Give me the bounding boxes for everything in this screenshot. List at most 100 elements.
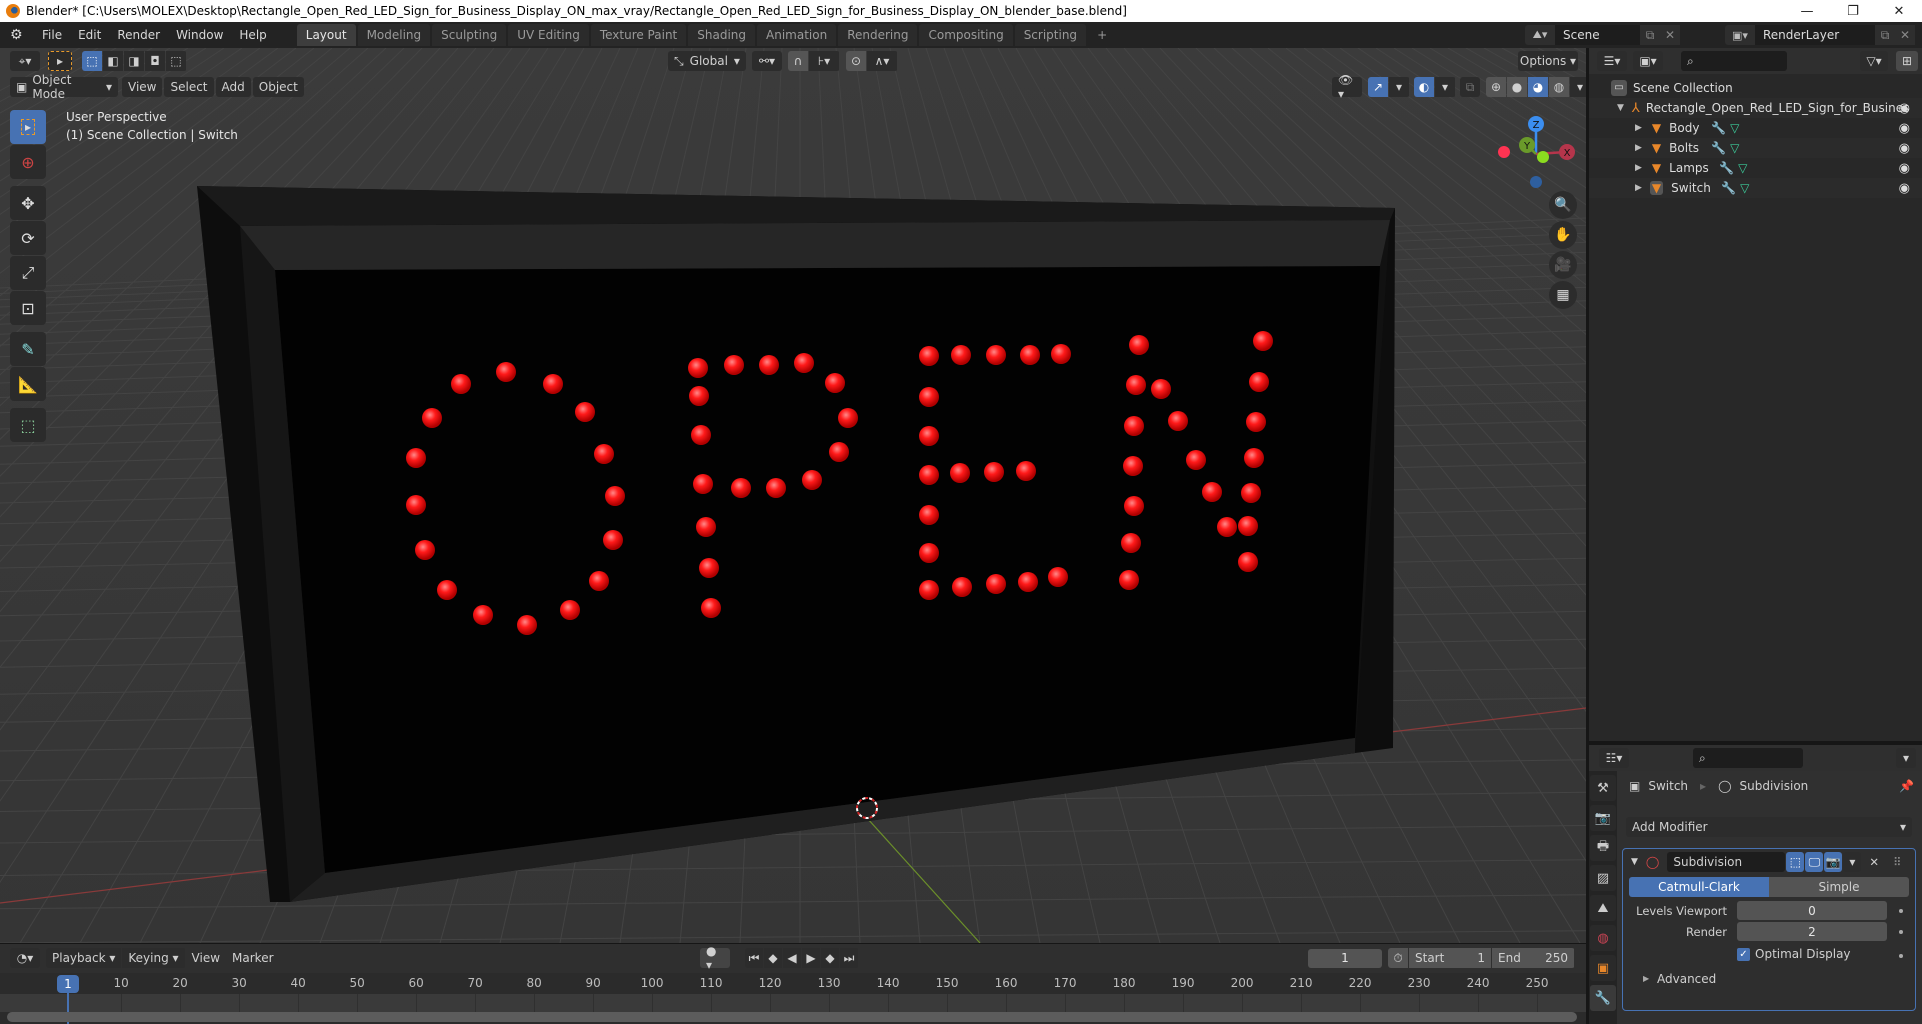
new-collection-icon[interactable]: ⊞ — [1896, 51, 1918, 71]
options-dropdown[interactable]: Options ▾ — [1518, 51, 1578, 71]
mesh-data-icon[interactable]: ▽ — [1730, 141, 1739, 155]
animate-property-icon[interactable] — [1899, 909, 1903, 913]
play-reverse-icon[interactable]: ◀ — [783, 948, 801, 968]
pivot-point-dropdown[interactable]: ⚯▾ — [752, 51, 782, 71]
visibility-eye-icon[interactable]: ◉ — [1899, 161, 1910, 176]
menu-edit[interactable]: Edit — [70, 24, 109, 46]
transform-orientation-dropdown[interactable]: ⤡ Global ▾ — [668, 51, 746, 71]
move-tool[interactable]: ✥ — [10, 186, 46, 220]
animate-property-icon[interactable] — [1899, 930, 1903, 934]
menu-object[interactable]: Object — [252, 77, 304, 97]
advanced-subpanel[interactable]: ▶ Advanced — [1623, 970, 1915, 992]
expand-arrow-icon[interactable]: ▶ — [1635, 163, 1642, 173]
view-layer-selector[interactable]: ▣▾ RenderLayer ⧉ ✕ — [1725, 25, 1915, 45]
menu-marker[interactable]: Marker — [226, 948, 279, 968]
tab-modeling[interactable]: Modeling — [357, 24, 431, 46]
outliner-item-switch[interactable]: ▶ ▼ Switch 🔧 ▽ ◉ — [1589, 178, 1922, 198]
visibility-eye-icon[interactable]: ◉ — [1899, 121, 1910, 136]
display-mode-dropdown[interactable]: ▣▾ — [1633, 51, 1663, 71]
view-layer-name[interactable]: RenderLayer — [1755, 28, 1875, 42]
rotate-tool[interactable]: ⟳ — [10, 221, 46, 255]
menu-keying[interactable]: Keying ▾ — [122, 948, 185, 968]
animate-property-icon[interactable] — [1899, 954, 1903, 958]
pan-view-button[interactable]: ✋ — [1549, 221, 1577, 249]
expand-arrow-icon[interactable]: ▶ — [1635, 123, 1642, 133]
falloff-dropdown[interactable]: ∧▾ — [867, 51, 897, 71]
prev-keyframe-icon[interactable]: ◆ — [764, 948, 782, 968]
rendered-shading-icon[interactable]: ◍ — [1549, 77, 1569, 97]
editor-type-button[interactable]: ⌖▾ — [10, 51, 40, 71]
modifier-wrench-icon[interactable]: 🔧 — [1711, 121, 1726, 135]
tab-scripting[interactable]: Scripting — [1014, 24, 1087, 46]
mesh-data-icon[interactable]: ▽ — [1730, 121, 1739, 135]
expand-arrow-icon[interactable]: ▶ — [1635, 183, 1642, 193]
optimal-display-checkbox[interactable]: ✓ — [1737, 948, 1750, 961]
select-extend-icon[interactable]: ◧ — [103, 51, 123, 71]
measure-tool[interactable]: 📐 — [10, 367, 46, 401]
jump-start-icon[interactable]: ⏮ — [745, 948, 763, 968]
end-frame-field[interactable]: End 250 — [1492, 948, 1574, 968]
menu-add[interactable]: Add — [215, 77, 251, 97]
start-frame-field[interactable]: Start 1 — [1409, 948, 1491, 968]
modifier-name-field[interactable]: Subdivision — [1667, 852, 1786, 872]
root-object-row[interactable]: ▼ ⅄ Rectangle_Open_Red_LED_Sign_for_Busi… — [1589, 98, 1922, 118]
visibility-eye-icon[interactable]: ◉ — [1899, 181, 1910, 196]
delete-view-layer-icon[interactable]: ✕ — [1895, 25, 1915, 45]
scene-selector[interactable]: ⛰▾ Scene ⧉ ✕ — [1525, 25, 1680, 45]
add-modifier-dropdown[interactable]: Add Modifier ▾ — [1626, 817, 1912, 837]
blender-menu-icon[interactable]: ⚙ — [10, 27, 28, 43]
select-intersect-icon[interactable]: ⬚ — [166, 51, 186, 71]
properties-search[interactable]: ⌕ — [1693, 748, 1803, 768]
modifier-wrench-icon[interactable]: 🔧 — [1721, 181, 1736, 195]
modifier-wrench-icon[interactable]: 🔧 — [1711, 141, 1726, 155]
scale-tool[interactable]: ⤢ — [10, 256, 46, 290]
proportional-edit-icon[interactable]: ⊙ — [846, 51, 866, 71]
levels-viewport-field[interactable]: 0 — [1737, 901, 1887, 920]
visibility-eye-icon[interactable]: ◉ — [1899, 101, 1910, 116]
maximize-button[interactable]: ❐ — [1830, 0, 1876, 22]
menu-view[interactable]: View — [122, 77, 163, 97]
keyframe-track[interactable] — [0, 994, 1586, 1012]
menu-view-timeline[interactable]: View — [186, 948, 226, 968]
collapse-arrow-icon[interactable]: ▼ — [1631, 857, 1638, 867]
cursor-tool[interactable]: ⊕ — [10, 145, 46, 179]
mesh-data-icon[interactable]: ▽ — [1740, 181, 1749, 195]
render-levels-field[interactable]: 2 — [1737, 922, 1887, 941]
edit-mode-toggle-icon[interactable]: ⬚ — [1786, 852, 1805, 872]
play-icon[interactable]: ▶ — [802, 948, 820, 968]
tool-tab-icon[interactable]: ⚒ — [1590, 775, 1616, 801]
menu-file[interactable]: File — [34, 24, 70, 46]
select-invert-icon[interactable]: ◘ — [145, 51, 165, 71]
tab-animation[interactable]: Animation — [757, 24, 837, 46]
tab-compositing[interactable]: Compositing — [919, 24, 1013, 46]
delete-scene-icon[interactable]: ✕ — [1660, 25, 1680, 45]
tab-shading[interactable]: Shading — [688, 24, 755, 46]
auto-keying-toggle[interactable]: ● ▾ — [700, 944, 730, 972]
mesh-data-icon[interactable]: ▽ — [1738, 161, 1747, 175]
outliner-item-bolts[interactable]: ▶ ▼ Bolts 🔧 ▽ ◉ — [1589, 138, 1922, 158]
tab-layout[interactable]: Layout — [296, 24, 356, 46]
visibility-eye-icon[interactable]: ◉ — [1899, 141, 1910, 156]
timeline-editor-type[interactable]: ◔▾ — [10, 948, 40, 968]
gizmo-dropdown[interactable]: ▾ — [1389, 77, 1409, 97]
tab-uv-editing[interactable]: UV Editing — [508, 24, 589, 46]
zoom-view-button[interactable]: 🔍 — [1549, 191, 1577, 219]
filter-dropdown[interactable]: ▽▾ — [1860, 51, 1888, 71]
annotate-tool[interactable]: ✎ — [10, 332, 46, 366]
shading-dropdown[interactable]: ▾ — [1570, 77, 1586, 97]
gizmo-toggle-icon[interactable]: ↗ — [1368, 77, 1388, 97]
current-frame-field[interactable]: 1 — [1308, 948, 1382, 968]
catmull-clark-button[interactable]: Catmull-Clark — [1629, 877, 1769, 897]
object-tab-icon[interactable]: ▣ — [1590, 955, 1616, 981]
remove-modifier-icon[interactable]: ✕ — [1869, 855, 1879, 869]
frame-ruler[interactable]: 10 20 30 40 50 60 70 80 90 100 110 120 130 140 150 160 1… — [0, 973, 1586, 994]
timeline-scrollbar[interactable] — [7, 1012, 1577, 1022]
jump-end-icon[interactable]: ⏭ — [840, 948, 858, 968]
overlay-toggle-icon[interactable]: ◐ — [1414, 77, 1434, 97]
xray-toggle-icon[interactable]: ⧉ — [1460, 77, 1480, 97]
select-tool-icon[interactable]: ▸ — [48, 51, 72, 71]
camera-view-button[interactable]: 🎥 — [1549, 251, 1577, 279]
add-workspace-button[interactable]: + — [1088, 24, 1116, 46]
outliner-search[interactable]: ⌕ — [1681, 51, 1787, 71]
simple-button[interactable]: Simple — [1769, 877, 1909, 897]
